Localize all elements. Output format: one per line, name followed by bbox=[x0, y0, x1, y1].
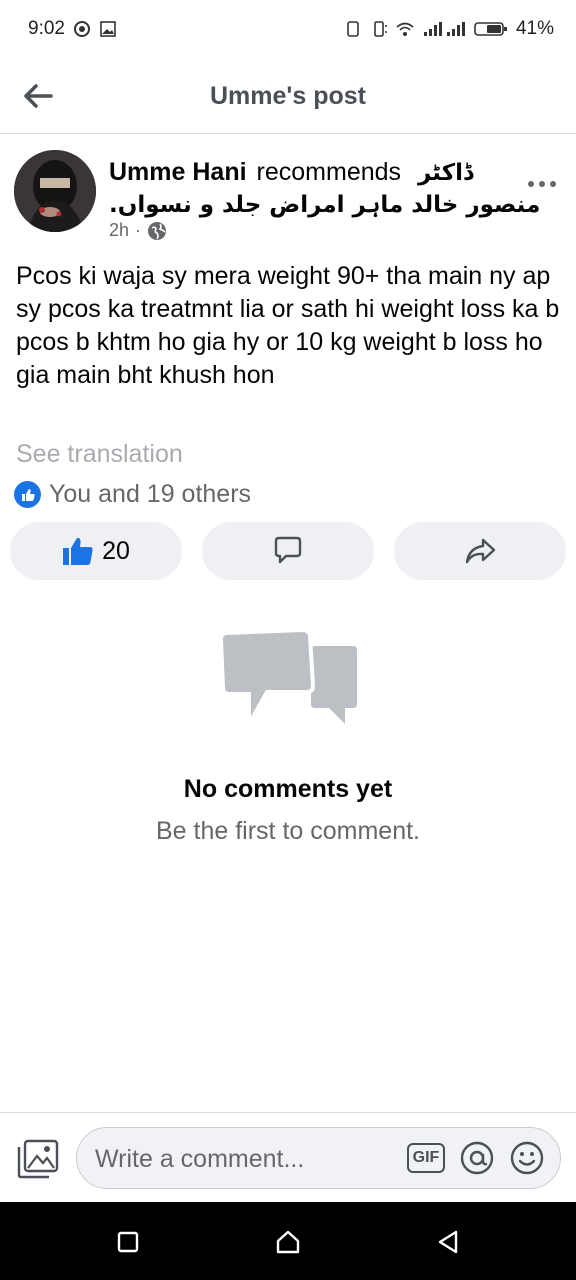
vibrate-icon bbox=[347, 21, 359, 37]
triangle-back-icon bbox=[438, 1230, 458, 1254]
dot bbox=[528, 181, 534, 187]
recommended-page-name-part1[interactable]: ڈاکٹر bbox=[418, 160, 473, 186]
thumbs-up-icon bbox=[63, 537, 93, 565]
post-action-row: 20 bbox=[10, 522, 566, 580]
page-title: Umme's post bbox=[210, 82, 366, 110]
author-line: Umme Hani recommends ڈاکٹر bbox=[109, 154, 502, 191]
post-header: Umme Hani recommends ڈاکٹر منصور خالد ماہ… bbox=[14, 148, 562, 248]
comment-button[interactable] bbox=[202, 522, 374, 580]
clock: 9:02 bbox=[28, 18, 65, 39]
photo-icon[interactable] bbox=[17, 1139, 59, 1179]
comment-composer: GIF bbox=[0, 1112, 576, 1202]
home-icon bbox=[276, 1230, 300, 1254]
battery-level: 41% bbox=[515, 18, 554, 39]
no-comments-subtitle: Be the first to comment. bbox=[156, 817, 420, 845]
recommends-label: recommends bbox=[256, 158, 402, 186]
signal-strength-icon bbox=[423, 22, 465, 36]
post-text: Pcos ki waja sy mera weight 90+ tha main… bbox=[16, 262, 560, 389]
reactions-summary[interactable]: You and 19 others bbox=[14, 480, 251, 509]
mention-icon[interactable] bbox=[459, 1140, 495, 1176]
recommended-page-name-part2[interactable]: منصور خالد ماہر امراض جلد و نسواں. bbox=[109, 192, 540, 218]
ringer-icon bbox=[374, 21, 387, 37]
dot bbox=[550, 181, 556, 187]
share-button[interactable] bbox=[394, 522, 566, 580]
emoji-icon[interactable] bbox=[509, 1140, 545, 1176]
gif-button[interactable]: GIF bbox=[407, 1143, 445, 1173]
comment-box: GIF bbox=[76, 1127, 561, 1190]
status-bar: 9:02 41% bbox=[0, 0, 576, 58]
share-icon bbox=[465, 538, 496, 564]
back-nav-button[interactable] bbox=[430, 1224, 466, 1260]
home-button[interactable] bbox=[270, 1224, 306, 1260]
like-count: 20 bbox=[102, 536, 130, 565]
author-name[interactable]: Umme Hani bbox=[109, 158, 247, 186]
like-button[interactable]: 20 bbox=[10, 522, 182, 580]
comment-input[interactable] bbox=[93, 1128, 387, 1190]
no-comments-title: No comments yet bbox=[183, 775, 393, 803]
separator-dot: · bbox=[135, 220, 142, 240]
gallery-notification-icon bbox=[100, 21, 116, 37]
post-meta: 2h · bbox=[109, 220, 167, 241]
messenger-notification-icon bbox=[73, 21, 90, 37]
like-reaction-icon bbox=[14, 481, 41, 508]
battery-icon bbox=[474, 22, 507, 36]
system-navigation-bar bbox=[0, 1202, 576, 1280]
comment-icon bbox=[274, 536, 302, 564]
avatar[interactable] bbox=[14, 150, 96, 232]
square-icon bbox=[117, 1231, 139, 1253]
post-time[interactable]: 2h bbox=[109, 220, 129, 241]
reactions-text: You and 19 others bbox=[49, 480, 252, 508]
status-left: 9:02 bbox=[28, 18, 117, 40]
dot bbox=[539, 181, 545, 187]
see-translation-link[interactable]: See translation bbox=[16, 440, 183, 469]
recents-button[interactable] bbox=[110, 1224, 146, 1260]
app-header: Umme's post bbox=[0, 58, 576, 134]
avatar-image bbox=[14, 150, 96, 232]
status-right: 41% bbox=[344, 18, 554, 40]
wifi-icon bbox=[396, 22, 414, 36]
more-options-button[interactable] bbox=[522, 174, 562, 194]
comments-bubbles-icon bbox=[218, 630, 357, 730]
globe-icon bbox=[148, 221, 167, 240]
